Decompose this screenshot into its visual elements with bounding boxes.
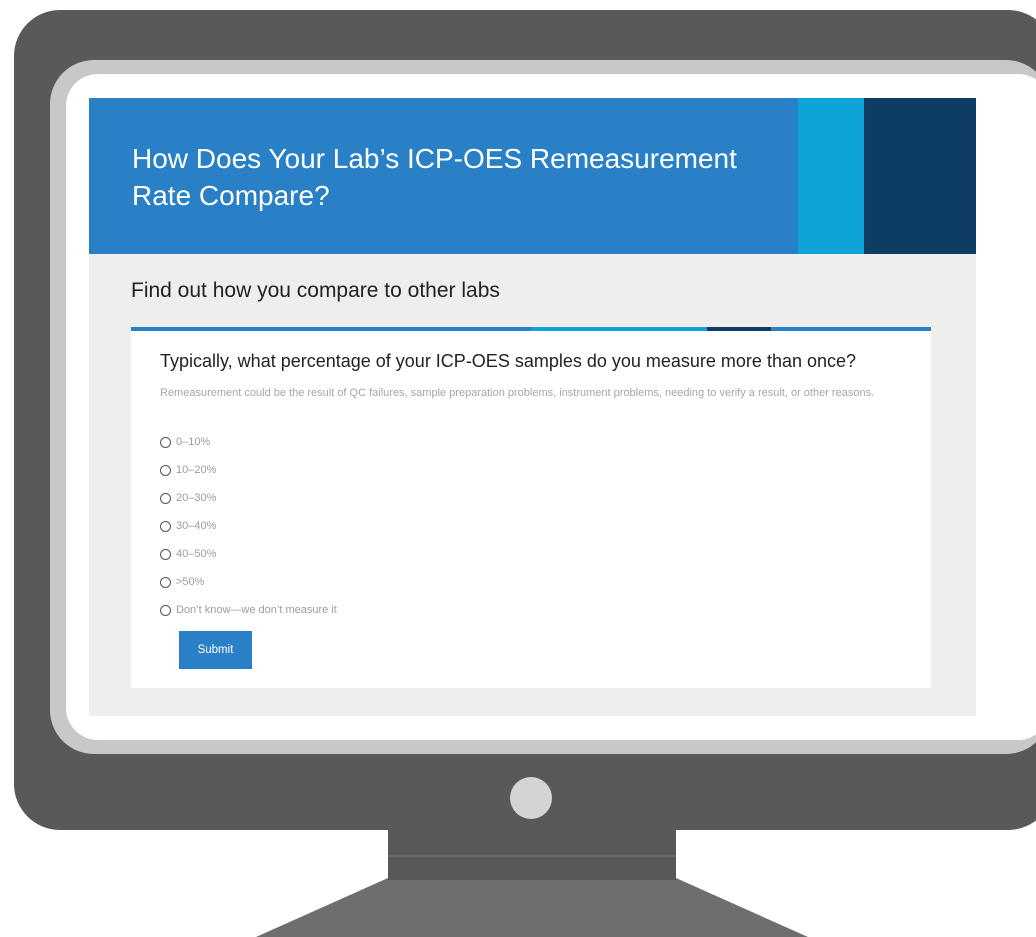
- answer-option-40-50[interactable]: 40–50%: [160, 540, 337, 568]
- survey-help-text: Remeasurement could be the result of QC …: [160, 387, 875, 399]
- radio-circle-icon[interactable]: [160, 436, 171, 448]
- survey-question: Typically, what percentage of your ICP-O…: [160, 351, 857, 371]
- answer-option-label: Don’t know—we don’t measure it: [176, 604, 337, 616]
- monitor-stand-seam: [388, 855, 676, 857]
- page-subtitle: Find out how you compare to other labs: [131, 279, 500, 302]
- header-banner: How Does Your Lab’s ICP-OES Remeasuremen…: [89, 98, 976, 254]
- page-title: How Does Your Lab’s ICP-OES Remeasuremen…: [132, 143, 737, 211]
- answer-option-10-20[interactable]: 10–20%: [160, 456, 337, 484]
- answer-option-0-10[interactable]: 0–10%: [160, 428, 337, 456]
- answer-option-20-30[interactable]: 20–30%: [160, 484, 337, 512]
- survey-card: Typically, what percentage of your ICP-O…: [131, 331, 931, 688]
- survey-page: How Does Your Lab’s ICP-OES Remeasuremen…: [89, 98, 976, 716]
- answer-option-30-40[interactable]: 30–40%: [160, 512, 337, 540]
- answer-option-label: >50%: [176, 576, 205, 588]
- radio-circle-icon[interactable]: [160, 548, 171, 560]
- radio-circle-icon[interactable]: [160, 464, 171, 476]
- answer-option-label: 0–10%: [176, 436, 211, 448]
- header-stripe-light: [798, 98, 864, 254]
- radio-circle-icon[interactable]: [160, 604, 171, 616]
- monitor-power-button: [510, 777, 552, 819]
- radio-circle-icon[interactable]: [160, 520, 171, 532]
- answer-option-label: 30–40%: [176, 520, 217, 532]
- answer-option-label: 10–20%: [176, 464, 217, 476]
- submit-button[interactable]: Submit: [179, 631, 252, 669]
- answer-option-dont-know[interactable]: Don’t know—we don’t measure it: [160, 596, 337, 624]
- answer-option-label: 20–30%: [176, 492, 217, 504]
- radio-circle-icon[interactable]: [160, 492, 171, 504]
- answer-option-label: 40–50%: [176, 548, 217, 560]
- radio-circle-icon[interactable]: [160, 576, 171, 588]
- header-stripe-dark: [864, 98, 976, 254]
- answer-option-over-50[interactable]: >50%: [160, 568, 337, 596]
- answer-options: 0–10% 10–20% 20–30% 30–40% 40–50% >50% D…: [160, 428, 337, 624]
